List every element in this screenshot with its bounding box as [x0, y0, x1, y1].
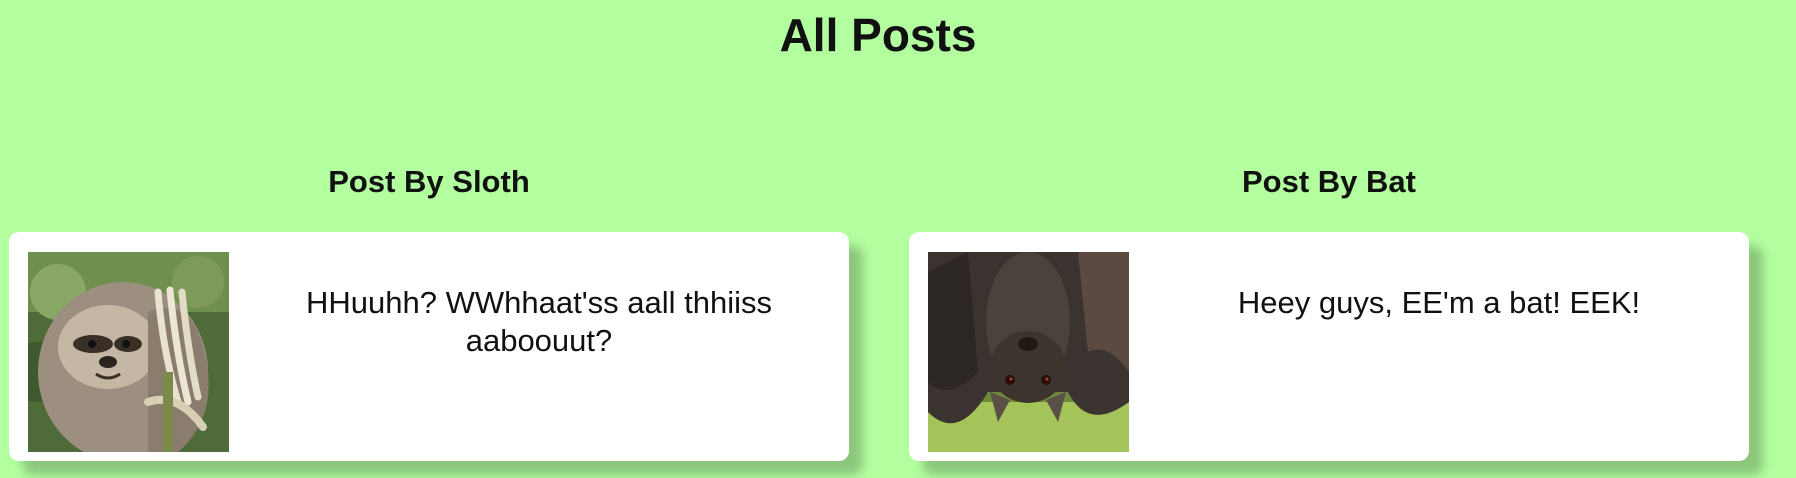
- post-text: HHuuhh? WWhhaat'ss aall thhiiss aaboouut…: [306, 285, 772, 358]
- post-header: Post By Sloth: [328, 164, 530, 199]
- post-bat: Post By Bat Heey guys, EE'm a bat! EEK!: [909, 160, 1749, 461]
- post-card: HHuuhh? WWhhaat'ss aall thhiiss aaboouut…: [9, 232, 849, 461]
- post-text: Heey guys, EE'm a bat! EEK!: [1237, 285, 1641, 320]
- post-sloth: Post By Sloth HHuuhh? WWhhaat'ss aall th…: [9, 160, 849, 461]
- page-title: All Posts: [779, 9, 977, 61]
- post-card: Heey guys, EE'm a bat! EEK!: [909, 232, 1749, 461]
- post-header: Post By Bat: [1242, 164, 1416, 199]
- bat-photo: [928, 252, 1129, 452]
- sloth-photo: [28, 252, 229, 452]
